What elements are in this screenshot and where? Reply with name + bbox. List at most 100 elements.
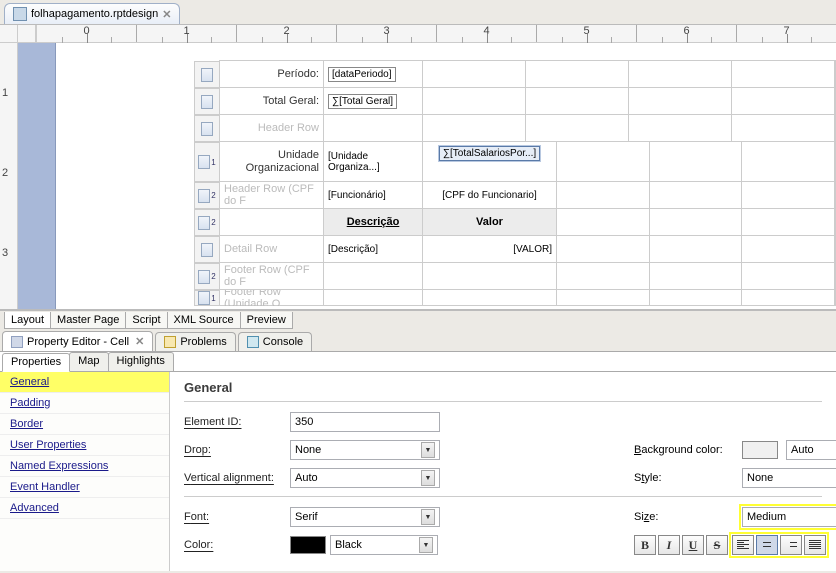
label-cell[interactable]: Período:	[219, 60, 324, 88]
element-id-label: Element ID:	[184, 416, 290, 428]
row-handle[interactable]: 2	[194, 182, 220, 209]
color-select[interactable]: Black▼	[330, 535, 438, 555]
valign-label: Vertical alignment:	[184, 472, 290, 484]
data-cell[interactable]: [CPF do Funcionario]	[422, 181, 557, 209]
sidebar-item-named-expressions[interactable]: Named Expressions	[0, 456, 169, 477]
color-swatch[interactable]	[290, 536, 326, 554]
valign-select[interactable]: Auto▼	[290, 468, 440, 488]
bgcolor-select[interactable]: Auto▼	[786, 440, 836, 460]
row-handle[interactable]: 2	[194, 209, 220, 236]
header-row-cell[interactable]: Header Row	[219, 114, 324, 142]
data-cell[interactable]	[323, 262, 423, 290]
row-handle[interactable]: 2	[194, 263, 220, 290]
bold-button[interactable]: B	[634, 535, 656, 555]
row-icon	[198, 189, 210, 203]
sidebar-item-event-handler[interactable]: Event Handler	[0, 477, 169, 498]
tab-script[interactable]: Script	[125, 312, 167, 329]
row-icon	[201, 68, 213, 82]
file-tab-label: folhapagamento.rptdesign	[31, 8, 158, 20]
bgcolor-swatch[interactable]	[742, 441, 778, 459]
tab-map[interactable]: Map	[69, 352, 108, 371]
sidebar-item-general[interactable]: General	[0, 372, 169, 393]
italic-button[interactable]: I	[658, 535, 680, 555]
file-tab[interactable]: folhapagamento.rptdesign ✕	[4, 3, 180, 24]
label-cell[interactable]: Total Geral:	[219, 87, 324, 115]
data-cell[interactable]: [VALOR]	[422, 235, 557, 263]
column-header-valor[interactable]: Valor	[422, 208, 557, 236]
table-row[interactable]: 1 Footer Row (Unidade O	[194, 290, 836, 306]
align-left-icon	[737, 540, 749, 550]
data-cell[interactable]	[323, 114, 423, 142]
data-cell[interactable]: [Descrição]	[323, 235, 423, 263]
row-handle[interactable]: 1	[194, 142, 220, 182]
table-row[interactable]: 1 UnidadeOrganizacional [Unidade Organiz…	[194, 142, 836, 182]
label-cell[interactable]: Footer Row (CPF do F	[219, 262, 324, 290]
align-justify-button[interactable]	[804, 535, 826, 555]
table-row[interactable]: Período: [dataPeriodo]	[194, 61, 836, 88]
data-cell[interactable]: [Unidade Organiza...]	[323, 141, 423, 182]
chevron-down-icon: ▼	[421, 442, 435, 458]
row-handle[interactable]	[194, 61, 220, 88]
size-label: Size:	[634, 511, 734, 523]
strikethrough-button[interactable]: S	[706, 535, 728, 555]
table-row[interactable]: Header Row	[194, 115, 836, 142]
tab-highlights[interactable]: Highlights	[108, 352, 174, 371]
data-cell[interactable]	[422, 290, 557, 306]
sidebar-item-border[interactable]: Border	[0, 414, 169, 435]
drop-select[interactable]: None▼	[290, 440, 440, 460]
underline-button[interactable]: U	[682, 535, 704, 555]
tab-layout[interactable]: Layout	[4, 312, 51, 329]
sidebar-item-advanced[interactable]: Advanced	[0, 498, 169, 519]
row-icon	[198, 216, 210, 230]
report-canvas[interactable]: Período: [dataPeriodo] Total Geral: ∑[To…	[56, 43, 836, 309]
table-row[interactable]: Detail Row [Descrição] [VALOR]	[194, 236, 836, 263]
data-cell[interactable]: [Funcionário]	[323, 181, 423, 209]
label-cell[interactable]: Header Row (CPF do F	[219, 181, 324, 209]
table-row[interactable]: Total Geral: ∑[Total Geral]	[194, 88, 836, 115]
font-label: Font:	[184, 511, 290, 523]
row-handle[interactable]	[194, 236, 220, 263]
designer-tabs: Layout Master Page Script XML Source Pre…	[0, 310, 836, 330]
align-right-button[interactable]	[780, 535, 802, 555]
row-icon	[198, 155, 210, 169]
property-categories: General Padding Border User Properties N…	[0, 372, 170, 571]
view-problems[interactable]: Problems	[155, 332, 235, 351]
align-left-button[interactable]	[732, 535, 754, 555]
label-cell[interactable]: Detail Row	[219, 235, 324, 263]
table-row[interactable]: 2 Header Row (CPF do F [Funcionário] [CP…	[194, 182, 836, 209]
data-cell[interactable]	[323, 290, 423, 306]
data-cell[interactable]: ∑[Total Geral]	[323, 87, 423, 115]
data-cell[interactable]	[422, 262, 557, 290]
sidebar-item-padding[interactable]: Padding	[0, 393, 169, 414]
element-id-input[interactable]	[290, 412, 440, 432]
row-handle[interactable]	[194, 115, 220, 142]
align-center-button[interactable]	[756, 535, 778, 555]
canvas-gutter	[18, 43, 56, 309]
data-cell-selected[interactable]: ∑[TotalSalariosPor...]	[422, 141, 557, 182]
row-handle[interactable]	[194, 88, 220, 115]
problems-icon	[164, 336, 176, 348]
style-select[interactable]: None▼	[742, 468, 836, 488]
console-icon	[247, 336, 259, 348]
align-right-icon	[785, 540, 797, 550]
table-row[interactable]: 2 Footer Row (CPF do F	[194, 263, 836, 290]
tab-properties[interactable]: Properties	[2, 353, 70, 372]
label-cell[interactable]	[219, 208, 324, 236]
tab-master-page[interactable]: Master Page	[50, 312, 126, 329]
view-property-editor[interactable]: Property Editor - Cell ✕	[2, 331, 153, 351]
data-cell[interactable]: [dataPeriodo]	[323, 60, 423, 88]
label-cell[interactable]: Footer Row (Unidade O	[219, 290, 324, 306]
view-console[interactable]: Console	[238, 332, 312, 351]
sidebar-item-user-properties[interactable]: User Properties	[0, 435, 169, 456]
row-handle[interactable]: 1	[194, 290, 220, 306]
font-select[interactable]: Serif▼	[290, 507, 440, 527]
table-row[interactable]: 2 Descrição Valor	[194, 209, 836, 236]
tab-preview[interactable]: Preview	[240, 312, 293, 329]
label-cell[interactable]: UnidadeOrganizacional	[219, 141, 324, 182]
close-icon[interactable]: ✕	[135, 335, 144, 348]
tab-xml-source[interactable]: XML Source	[167, 312, 241, 329]
close-icon[interactable]: ✕	[162, 8, 171, 21]
size-select[interactable]: Medium▼	[742, 507, 836, 527]
column-header-descricao[interactable]: Descrição	[323, 208, 423, 236]
style-label: Style:	[634, 472, 734, 484]
